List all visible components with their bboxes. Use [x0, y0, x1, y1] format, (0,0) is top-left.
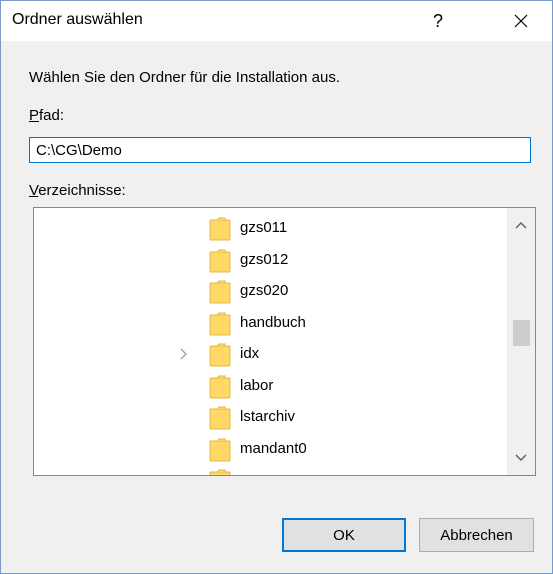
- window-title: Ordner auswählen: [12, 11, 143, 28]
- folder-icon: [209, 406, 231, 430]
- chevron-down-icon: [515, 454, 527, 461]
- folder-icon: [209, 280, 231, 304]
- folder-icon: [209, 343, 231, 367]
- tree-item-label: lstarchiv: [240, 408, 296, 425]
- tree-item-label: mandant0: [240, 439, 307, 457]
- tree-item[interactable]: gzs011: [34, 213, 504, 245]
- folder-icon: [209, 469, 231, 475]
- tree-item-label: idx: [240, 345, 260, 362]
- tree-item[interactable]: idx: [34, 339, 504, 371]
- tree-item[interactable]: gzs020: [34, 276, 504, 308]
- tree-item[interactable]: [34, 465, 504, 475]
- folder-icon: [209, 249, 231, 272]
- chevron-up-icon: [515, 222, 527, 229]
- instruction-text: Wählen Sie den Ordner für die Installati…: [29, 69, 341, 86]
- tree-item[interactable]: labor: [34, 371, 504, 403]
- folder-icon: [209, 217, 231, 241]
- title-bar: Ordner auswählen ?: [1, 1, 552, 41]
- folder-icon: [209, 375, 231, 398]
- path-label-rest: fad:: [39, 107, 65, 124]
- scroll-up-button[interactable]: [507, 208, 535, 242]
- tree-item[interactable]: gzs012: [34, 245, 504, 277]
- folder-select-dialog: Ordner auswählen ? Wählen Sie den Ordner…: [0, 0, 553, 574]
- vertical-scrollbar[interactable]: [507, 208, 535, 475]
- directories-label-accel: V: [29, 182, 39, 199]
- tree-item-label: gzs011: [240, 219, 288, 236]
- directory-tree[interactable]: gzs011 gzs012 gzs020 handbuch idx labor lstarc…: [33, 207, 536, 476]
- close-button[interactable]: [495, 3, 547, 39]
- scroll-down-button[interactable]: [507, 441, 535, 475]
- folder-icon: [209, 312, 231, 335]
- cancel-button[interactable]: Abbrechen: [419, 518, 534, 552]
- path-label-accel: P: [29, 107, 40, 124]
- tree-item-label: gzs012: [240, 250, 289, 268]
- directories-label-rest: erzeichnisse:: [38, 182, 126, 199]
- help-button[interactable]: ?: [415, 3, 461, 39]
- tree-item[interactable]: handbuch: [34, 308, 504, 340]
- tree-item-label: gzs020: [240, 282, 289, 299]
- ok-button[interactable]: OK: [282, 518, 406, 552]
- tree-item[interactable]: mandant0: [34, 434, 504, 466]
- chevron-right-icon[interactable]: [176, 347, 190, 361]
- path-label: Pfad:: [29, 107, 64, 124]
- scroll-thumb[interactable]: [513, 319, 530, 346]
- tree-item-label: handbuch: [240, 313, 306, 331]
- close-icon: [514, 14, 528, 28]
- path-input[interactable]: [29, 137, 531, 163]
- tree-item[interactable]: lstarchiv: [34, 402, 504, 434]
- directories-label: Verzeichnisse:: [29, 182, 126, 199]
- folder-icon: [209, 438, 231, 461]
- tree-item-label: labor: [240, 376, 274, 394]
